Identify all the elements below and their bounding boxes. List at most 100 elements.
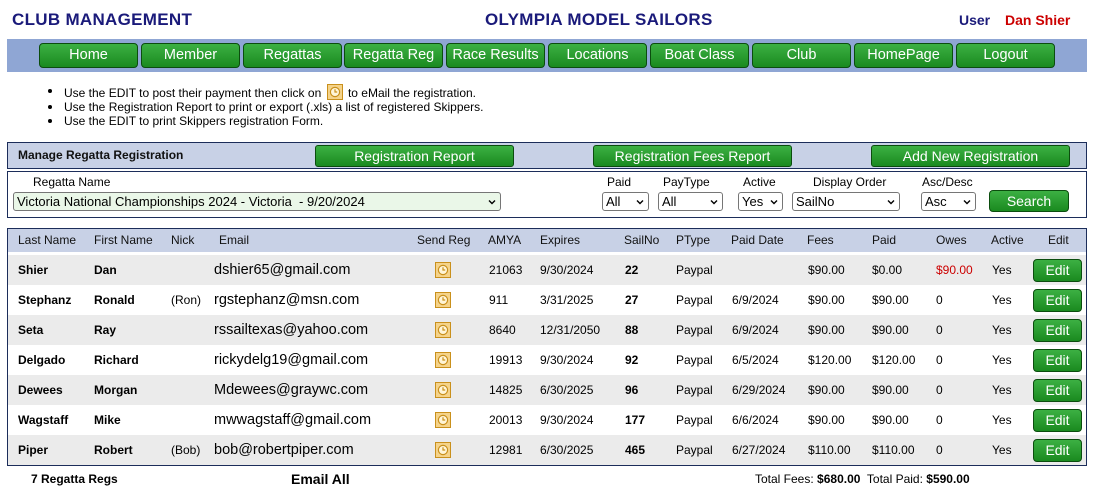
cell-active: Yes (992, 323, 1012, 337)
cell-active: Yes (992, 293, 1012, 307)
instruction-item: Use the Registration Report to print or … (48, 100, 484, 114)
instruction-text: Use the Registration Report to print or … (64, 100, 484, 114)
nav-homepage-button[interactable]: HomePage (854, 43, 953, 68)
table-row: Stephanz Ronald (Ron) rgstephanz@msn.com 911… (8, 285, 1086, 315)
send-registration-icon[interactable] (435, 292, 451, 308)
cell-active: Yes (992, 263, 1012, 277)
send-registration-icon[interactable] (435, 352, 451, 368)
paytype-select[interactable]: All (658, 192, 723, 211)
organization-title: OLYMPIA MODEL SAILORS (485, 10, 713, 29)
col-fees: Fees (807, 233, 834, 247)
cell-fees: $90.00 (808, 323, 845, 337)
col-paid-date: Paid Date (731, 233, 784, 247)
manage-registration-bar: Manage Regatta Registration Registration… (7, 142, 1087, 169)
table-row: Seta Ray rssailtexas@yahoo.com 8640 12/31/20… (8, 315, 1086, 345)
nav-boat-class-button[interactable]: Boat Class (650, 43, 749, 68)
paid-select[interactable]: All (602, 192, 649, 211)
cell-paid-date: 6/9/2024 (732, 293, 779, 307)
table-header: Last Name First Name Nick Email Send Reg… (8, 229, 1086, 252)
cell-last-name: Wagstaff (18, 413, 69, 427)
regatta-name-select[interactable]: Victoria National Championships 2024 - V… (13, 192, 501, 211)
edit-button[interactable]: Edit (1033, 289, 1082, 312)
club-management-title: CLUB MANAGEMENT (12, 10, 193, 29)
cell-amya: 20013 (489, 413, 523, 427)
col-active: Active (991, 233, 1024, 247)
cell-email: dshier65@gmail.com (214, 262, 351, 278)
cell-ptype: Paypal (676, 353, 713, 367)
nav-race-results-button[interactable]: Race Results (446, 43, 545, 68)
cell-paid-date: 6/29/2024 (732, 383, 786, 397)
nav-logout-button[interactable]: Logout (956, 43, 1055, 68)
registration-fees-report-button[interactable]: Registration Fees Report (593, 145, 792, 167)
send-registration-icon (326, 84, 343, 100)
registration-report-button[interactable]: Registration Report (315, 145, 514, 167)
send-registration-icon[interactable] (435, 442, 451, 458)
send-registration-icon[interactable] (435, 262, 451, 278)
display-order-select[interactable]: SailNo (792, 192, 900, 211)
send-registration-icon[interactable] (435, 412, 451, 428)
search-button[interactable]: Search (989, 190, 1069, 212)
cell-amya: 911 (489, 293, 509, 307)
cell-email: bob@robertpiper.com (214, 442, 354, 458)
cell-expires: 3/31/2025 (540, 293, 594, 307)
table-row: Wagstaff Mike mwwagstaff@gmail.com 20013 9/3… (8, 405, 1086, 435)
paytype-value: All (662, 194, 677, 209)
cell-active: Yes (992, 443, 1012, 457)
asc-desc-value: Asc (925, 194, 947, 209)
active-select[interactable]: Yes (738, 192, 783, 211)
cell-ptype: Paypal (676, 443, 713, 457)
cell-nick: (Bob) (171, 443, 201, 457)
cell-paid: $120.00 (872, 353, 916, 367)
cell-expires: 12/31/2050 (540, 323, 601, 337)
cell-sailno: 88 (625, 323, 639, 337)
cell-first-name: Morgan (94, 383, 138, 397)
cell-expires: 6/30/2025 (540, 443, 594, 457)
cell-nick: (Ron) (171, 293, 202, 307)
edit-button[interactable]: Edit (1033, 379, 1082, 402)
add-new-registration-button[interactable]: Add New Registration (871, 145, 1070, 167)
nav-regattas-button[interactable]: Regattas (243, 43, 342, 68)
main-nav: Home Member Regattas Regatta Reg Race Re… (7, 39, 1087, 72)
email-all-link[interactable]: Email All (291, 471, 350, 487)
cell-paid-date: 6/9/2024 (732, 323, 779, 337)
col-first-name: First Name (94, 233, 153, 247)
instruction-text: Use the EDIT to post their payment then … (64, 86, 322, 100)
cell-owes: 0 (936, 353, 943, 367)
edit-button[interactable]: Edit (1033, 409, 1082, 432)
regatta-name-label: Regatta Name (33, 175, 111, 189)
send-registration-icon[interactable] (435, 322, 451, 338)
asc-desc-select[interactable]: Asc (921, 192, 976, 211)
active-value: Yes (742, 194, 764, 209)
chevron-down-icon (488, 200, 496, 205)
cell-last-name: Stephanz (18, 293, 72, 307)
cell-last-name: Delgado (18, 353, 66, 367)
cell-fees: $120.00 (808, 353, 852, 367)
display-order-label: Display Order (813, 175, 887, 189)
cell-first-name: Robert (94, 443, 133, 457)
cell-ptype: Paypal (676, 263, 713, 277)
edit-button[interactable]: Edit (1033, 349, 1082, 372)
cell-sailno: 92 (625, 353, 639, 367)
cell-email: rgstephanz@msn.com (214, 292, 360, 308)
col-email: Email (219, 233, 250, 247)
nav-club-button[interactable]: Club (752, 43, 851, 68)
col-amya: AMYA (488, 233, 522, 247)
send-registration-icon[interactable] (435, 382, 451, 398)
total-fees-value: $680.00 (817, 472, 861, 486)
cell-email: Mdewees@graywc.com (214, 382, 369, 398)
edit-button[interactable]: Edit (1033, 319, 1082, 342)
cell-fees: $110.00 (808, 443, 851, 457)
nav-regatta-reg-button[interactable]: Regatta Reg (344, 43, 443, 68)
col-nick: Nick (171, 233, 195, 247)
nav-locations-button[interactable]: Locations (548, 43, 647, 68)
filter-panel: Regatta Name Victoria National Champions… (7, 171, 1087, 218)
cell-paid-date: 6/6/2024 (732, 413, 779, 427)
nav-home-button[interactable]: Home (39, 43, 138, 68)
top-header: CLUB MANAGEMENT OLYMPIA MODEL SAILORS Us… (0, 0, 1103, 38)
edit-button[interactable]: Edit (1033, 439, 1082, 462)
edit-button[interactable]: Edit (1033, 259, 1082, 282)
cell-paid: $90.00 (872, 293, 909, 307)
cell-paid: $90.00 (872, 323, 909, 337)
nav-member-button[interactable]: Member (141, 43, 240, 68)
cell-amya: 8640 (489, 323, 516, 337)
